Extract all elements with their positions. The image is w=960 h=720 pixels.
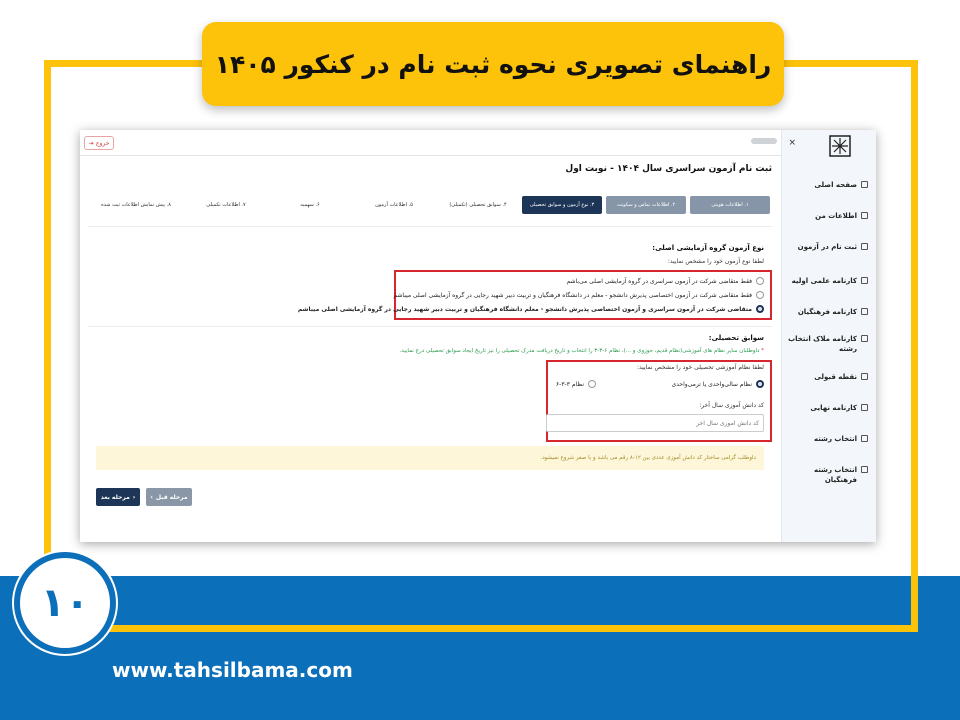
radio-button[interactable] <box>756 277 764 285</box>
document-icon <box>861 308 868 315</box>
close-sidebar-button[interactable]: × <box>788 138 796 148</box>
next-step-button[interactable]: ‹ مرحله بعد <box>96 488 140 506</box>
step-exam-type[interactable]: ۳. نوع آزمون و سوابق تحصیلی <box>522 196 602 214</box>
chevron-right-icon: › <box>150 493 153 501</box>
registration-screenshot: × صفحه اصلی اطلاعات من ثبت نام در آزمون … <box>80 130 876 542</box>
education-option-annual[interactable]: نظام سالی‌واحدی یا ترمی‌واحدی <box>672 380 764 388</box>
step-extra-info[interactable]: ۷. اطلاعات تکمیلی <box>186 196 266 214</box>
document-icon <box>861 373 868 380</box>
sanjesh-logo-icon <box>829 135 851 157</box>
registration-stepper: ۱. اطلاعات هویتی ۲. اطلاعات تماس و سکونت… <box>88 196 772 214</box>
grid-icon <box>861 181 868 188</box>
radio-button-selected[interactable] <box>756 380 764 388</box>
radio-button[interactable] <box>588 380 596 388</box>
step-contact[interactable]: ۲. اطلاعات تماس و سکونت <box>606 196 686 214</box>
exam-type-option-1[interactable]: فقط متقاضی شرکت در آزمون سراسری در گروه … <box>566 277 764 285</box>
document-icon <box>861 277 868 284</box>
document-icon <box>861 404 868 411</box>
radio-button[interactable] <box>756 291 764 299</box>
education-option-633[interactable]: نظام ۳-۳-۶ <box>556 380 596 388</box>
step-number-badge: ۱۰ <box>14 552 116 654</box>
student-code-label: کد دانش آموزی سال آخر: <box>699 402 764 409</box>
education-hint: لطفا نظام آموزشی تحصیلی خود را مشخص نمای… <box>636 364 764 371</box>
exam-type-option-2[interactable]: فقط متقاضی شرکت در آزمون اختصاصی پذیرش د… <box>393 291 764 299</box>
warning-notice: داوطلب گرامی ساختار کد دانش آموزی عددی ب… <box>96 446 764 470</box>
step-identity[interactable]: ۱. اطلاعات هویتی <box>690 196 770 214</box>
chevron-left-icon: ‹ <box>132 493 136 501</box>
sidebar-item-farhangian-report[interactable]: کارنامه فرهنگیان <box>788 307 868 317</box>
page-title: ثبت نام آزمون سراسری سال ۱۴۰۴ - نوبت اول <box>565 164 772 174</box>
divider <box>88 226 772 227</box>
exam-type-option-3[interactable]: متقاضی شرکت در آزمون سراسری و آزمون اختص… <box>298 305 764 313</box>
user-name-redacted <box>751 138 777 144</box>
previous-step-button[interactable]: مرحله قبل › <box>146 488 192 506</box>
step-education-extra[interactable]: ۴. سوابق تحصیلی (تکمیلی) <box>438 196 518 214</box>
sidebar-item-field-selection[interactable]: انتخاب رشته <box>788 434 868 444</box>
sidebar-item-farhangian-selection[interactable]: انتخاب رشته فرهنگیان <box>788 465 868 485</box>
exit-button[interactable]: خروج ⇥ <box>84 136 114 150</box>
education-note: * داوطلبان سایر نظام های آموزشی(نظام قدی… <box>399 348 764 354</box>
website-url: www.tahsilbama.com <box>112 658 353 682</box>
student-code-input[interactable] <box>546 414 764 432</box>
sidebar-item-criteria-report[interactable]: کارنامه ملاک انتخاب رشته <box>788 334 868 354</box>
top-bar: خروج ⇥ <box>80 130 781 156</box>
exam-type-hint: لطفا نوع آزمون خود را مشخص نمایید: <box>667 258 764 265</box>
sidebar-item-my-info[interactable]: اطلاعات من <box>788 211 868 221</box>
sidebar-item-acceptance-point[interactable]: نقطه قبولی <box>788 372 868 382</box>
logout-icon: ⇥ <box>88 139 94 147</box>
sidebar: × صفحه اصلی اطلاعات من ثبت نام در آزمون … <box>781 130 876 542</box>
divider <box>88 326 772 327</box>
step-exam-info[interactable]: ۵. اطلاعات آزمون <box>354 196 434 214</box>
user-icon <box>861 212 868 219</box>
sidebar-item-initial-report[interactable]: کارنامه علمی اولیه <box>788 276 868 286</box>
education-title: سوابق تحصیلی: <box>708 334 764 342</box>
document-icon <box>861 335 868 342</box>
radio-button-selected[interactable] <box>756 305 764 313</box>
step-preview[interactable]: ۸. پیش نمایش اطلاعات ثبت شده <box>90 196 182 214</box>
sidebar-item-exam-registration[interactable]: ثبت نام در آزمون <box>788 242 868 252</box>
sidebar-item-home[interactable]: صفحه اصلی <box>788 180 868 190</box>
sidebar-item-final-report[interactable]: کارنامه نهایی <box>788 403 868 413</box>
document-icon <box>861 466 868 473</box>
edit-icon <box>861 243 868 250</box>
document-icon <box>861 435 868 442</box>
exam-type-title: نوع آزمون گروه آزمایشی اصلی: <box>652 244 764 252</box>
tutorial-title: راهنمای تصویری نحوه ثبت نام در کنکور ۱۴۰… <box>202 22 784 106</box>
step-quota[interactable]: ۶. سهمیه <box>270 196 350 214</box>
